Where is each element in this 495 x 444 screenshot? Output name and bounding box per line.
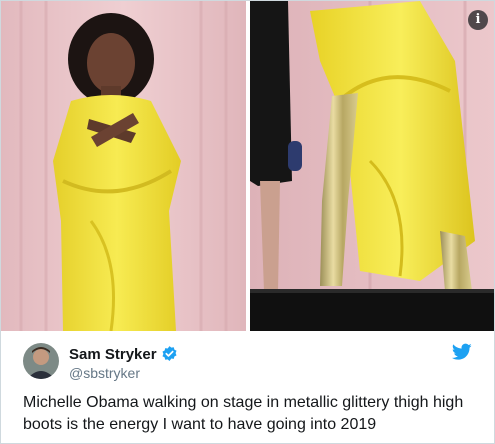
photo-left-image	[1, 1, 246, 331]
author-handle[interactable]: @sbstryker	[69, 365, 140, 381]
photo-right-image	[250, 1, 494, 331]
author-name[interactable]: Sam Stryker	[69, 345, 178, 363]
tweet-media[interactable]: i	[1, 1, 494, 331]
twitter-bird-icon[interactable]	[451, 343, 472, 361]
avatar[interactable]	[23, 343, 59, 379]
tweet-author[interactable]: Sam Stryker @sbstryker	[23, 343, 483, 383]
author-name-text[interactable]: Sam Stryker	[69, 346, 157, 363]
photo-left[interactable]	[1, 1, 246, 331]
info-icon[interactable]: i	[468, 10, 488, 30]
avatar-image	[23, 343, 59, 379]
tweet-text: Michelle Obama walking on stage in metal…	[23, 394, 464, 433]
photo-right[interactable]: i	[250, 1, 494, 331]
tweet-card[interactable]: i Sam Stryker @sbstryker Michelle Obama …	[0, 0, 495, 444]
verified-badge-icon	[162, 346, 177, 361]
